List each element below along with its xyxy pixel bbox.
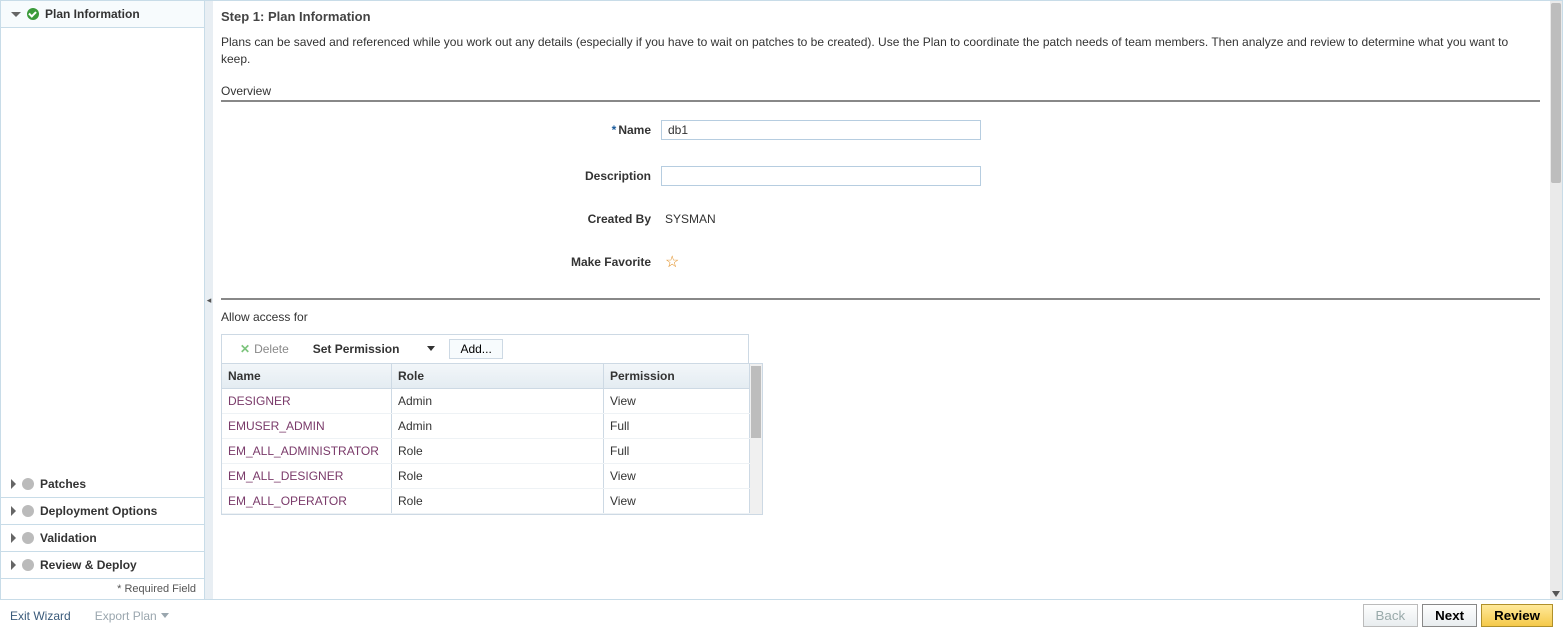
table-row[interactable]: DESIGNER Admin View [222, 389, 750, 414]
export-plan-dropdown[interactable]: Export Plan [95, 609, 169, 623]
grid-header: Name Role Permission [222, 364, 750, 389]
content-scrollbar[interactable] [1550, 1, 1562, 599]
section-divider [221, 298, 1540, 300]
overview-section-header: Overview [221, 84, 1540, 102]
cell-permission: Full [604, 439, 750, 463]
scroll-thumb[interactable] [751, 366, 761, 438]
description-input[interactable] [661, 166, 981, 186]
description-label: Description [221, 169, 661, 183]
cell-permission: Full [604, 414, 750, 438]
chevron-right-icon [11, 479, 16, 489]
export-plan-label: Export Plan [95, 609, 157, 623]
name-input[interactable] [661, 120, 981, 140]
scroll-down-icon[interactable] [1552, 591, 1560, 597]
created-by-value: SYSMAN [661, 212, 716, 226]
required-star-icon: * [612, 123, 617, 137]
dropdown-caret-icon [427, 346, 435, 351]
sidebar-step-label: Deployment Options [40, 504, 157, 518]
table-row[interactable]: EM_ALL_DESIGNER Role View [222, 464, 750, 489]
chevron-down-icon [11, 12, 21, 17]
status-pending-icon [22, 532, 34, 544]
cell-role: Admin [392, 414, 604, 438]
cell-role: Role [392, 464, 604, 488]
sidebar-step-review-deploy[interactable]: Review & Deploy [1, 552, 204, 579]
scroll-thumb[interactable] [1551, 3, 1561, 183]
access-grid: Name Role Permission DESIGNER Admin View… [221, 363, 763, 515]
review-button[interactable]: Review [1481, 604, 1553, 627]
table-row[interactable]: EM_ALL_OPERATOR Role View [222, 489, 750, 514]
sidebar-step-patches[interactable]: Patches [1, 471, 204, 498]
collapse-left-icon[interactable]: ◂ [206, 280, 212, 320]
form-row-name: *Name [221, 120, 1540, 140]
page-title: Step 1: Plan Information [221, 5, 1540, 30]
sidebar-step-deployment-options[interactable]: Deployment Options [1, 498, 204, 525]
form-row-favorite: Make Favorite ☆ [221, 252, 1540, 272]
status-pending-icon [22, 559, 34, 571]
add-button[interactable]: Add... [449, 339, 502, 359]
cell-name: EM_ALL_DESIGNER [222, 464, 392, 488]
chevron-right-icon [11, 560, 16, 570]
star-icon[interactable]: ☆ [661, 252, 679, 272]
grid-scrollbar[interactable] [750, 364, 762, 514]
status-ok-icon [27, 8, 39, 20]
dropdown-caret-icon [161, 613, 169, 618]
page-intro: Plans can be saved and referenced while … [221, 30, 1540, 84]
set-permission-label: Set Permission [313, 342, 400, 356]
access-toolbar: ✕ Delete Set Permission Add... [221, 334, 749, 363]
sidebar-step-label: Validation [40, 531, 97, 545]
back-button: Back [1363, 604, 1419, 627]
exit-wizard-link[interactable]: Exit Wizard [10, 609, 71, 623]
access-section-header: Allow access for [221, 310, 1540, 324]
cell-name: EMUSER_ADMIN [222, 414, 392, 438]
delete-x-icon: ✕ [240, 342, 250, 356]
form-row-created-by: Created By SYSMAN [221, 212, 1540, 226]
cell-role: Role [392, 489, 604, 513]
cell-permission: View [604, 389, 750, 413]
status-pending-icon [22, 478, 34, 490]
delete-label: Delete [254, 342, 289, 356]
chevron-right-icon [11, 506, 16, 516]
col-role[interactable]: Role [392, 364, 604, 388]
wizard-main: Step 1: Plan Information Plans can be sa… [213, 1, 1562, 599]
col-permission[interactable]: Permission [604, 364, 750, 388]
table-row[interactable]: EMUSER_ADMIN Admin Full [222, 414, 750, 439]
required-field-note: * Required Field [1, 579, 204, 599]
favorite-label: Make Favorite [221, 255, 661, 269]
name-label: Name [618, 123, 651, 137]
table-row[interactable]: EM_ALL_ADMINISTRATOR Role Full [222, 439, 750, 464]
sidebar-step-validation[interactable]: Validation [1, 525, 204, 552]
cell-name: EM_ALL_ADMINISTRATOR [222, 439, 392, 463]
set-permission-dropdown[interactable]: Set Permission [307, 340, 442, 358]
cell-role: Role [392, 439, 604, 463]
delete-button[interactable]: ✕ Delete [230, 340, 299, 358]
wizard-layout: Plan Information Patches Deployment Opti… [0, 0, 1563, 600]
sidebar-step-label: Review & Deploy [40, 558, 137, 572]
next-button[interactable]: Next [1422, 604, 1477, 627]
col-name[interactable]: Name [222, 364, 392, 388]
cell-name: EM_ALL_OPERATOR [222, 489, 392, 513]
sidebar-step-label: Patches [40, 477, 86, 491]
cell-permission: View [604, 464, 750, 488]
cell-name: DESIGNER [222, 389, 392, 413]
cell-role: Admin [392, 389, 604, 413]
created-by-label: Created By [221, 212, 661, 226]
sidebar-splitter[interactable]: ◂ [205, 1, 213, 599]
cell-permission: View [604, 489, 750, 513]
wizard-footer: Exit Wizard Export Plan Back Next Review [0, 600, 1563, 631]
sidebar-step-label: Plan Information [45, 7, 140, 21]
sidebar-step-plan-information[interactable]: Plan Information [1, 1, 204, 28]
form-row-description: Description [221, 166, 1540, 186]
wizard-sidebar: Plan Information Patches Deployment Opti… [1, 1, 205, 599]
status-pending-icon [22, 505, 34, 517]
chevron-right-icon [11, 533, 16, 543]
